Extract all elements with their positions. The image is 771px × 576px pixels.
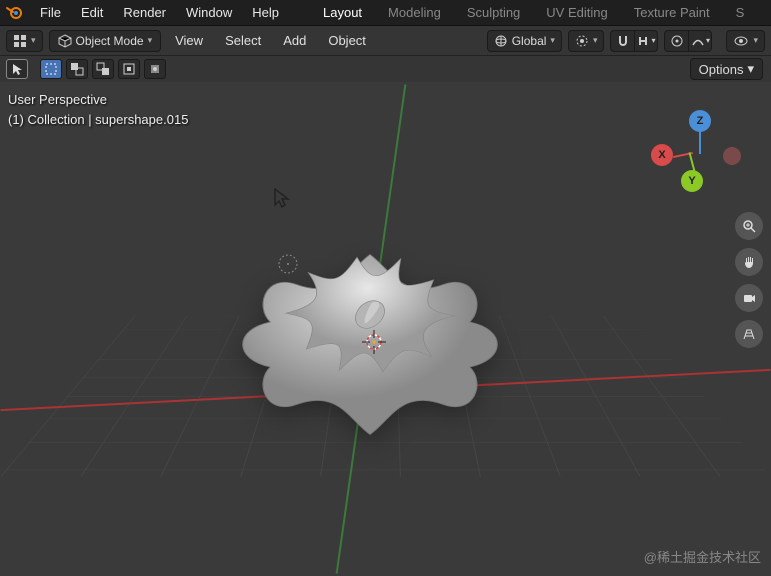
chevron-down-icon: ▾ <box>31 35 36 46</box>
menu-window[interactable]: Window <box>176 2 242 23</box>
cursor-tool[interactable] <box>6 59 28 79</box>
menu-select[interactable]: Select <box>217 33 269 48</box>
top-menu-bar: File Edit Render Window Help Layout Mode… <box>0 0 771 26</box>
watermark-text: @稀土掘金技术社区 <box>644 547 761 566</box>
options-label: Options <box>699 62 744 77</box>
blender-logo-icon[interactable] <box>4 3 24 23</box>
gizmo-z-axis[interactable]: Z <box>689 110 711 132</box>
increment-icon <box>637 35 649 47</box>
magnify-icon <box>742 219 756 233</box>
navigation-gizmo[interactable]: X Y Z <box>651 102 741 192</box>
camera-icon <box>742 291 756 305</box>
viewport-overlay-text: User Perspective (1) Collection | supers… <box>8 90 188 130</box>
workspace-tabs: Layout Modeling Sculpting UV Editing Tex… <box>319 2 748 23</box>
cursor-icon <box>10 62 24 76</box>
snap-group: ▾ <box>610 30 658 52</box>
snap-type-dropdown[interactable]: ▾ <box>634 30 658 52</box>
gizmo-z-line <box>699 130 701 154</box>
menu-add[interactable]: Add <box>275 33 314 48</box>
select-subtract-tool[interactable] <box>92 59 114 79</box>
tab-uv-editing[interactable]: UV Editing <box>542 2 611 23</box>
chevron-down-icon: ▾ <box>550 35 555 46</box>
proportional-falloff-dropdown[interactable]: ▾ <box>688 30 712 52</box>
intersect-select-icon <box>148 62 162 76</box>
grid-persp-icon <box>742 327 756 341</box>
pan-button[interactable] <box>735 248 763 276</box>
proportional-edit-toggle[interactable] <box>664 30 688 52</box>
gizmo-y-axis[interactable]: Y <box>681 170 703 192</box>
proportional-group: ▾ <box>664 30 712 52</box>
visibility-dropdown[interactable]: ▾ <box>726 30 765 52</box>
select-invert-tool[interactable] <box>118 59 140 79</box>
chevron-down-icon: ▾ <box>706 36 710 45</box>
header-toolbar: ▾ Object Mode ▾ View Select Add Object G… <box>0 26 771 56</box>
supershape-mesh[interactable] <box>190 175 550 480</box>
tab-truncated[interactable]: S <box>732 2 749 23</box>
hand-icon <box>742 255 756 269</box>
snap-toggle[interactable] <box>610 30 634 52</box>
menu-view[interactable]: View <box>167 33 211 48</box>
gizmo-neg-axis[interactable] <box>723 147 741 165</box>
mode-dropdown[interactable]: Object Mode ▾ <box>49 30 162 52</box>
select-box-tool[interactable] <box>40 59 62 79</box>
chevron-down-icon: ▾ <box>747 61 754 77</box>
falloff-icon <box>691 34 705 48</box>
empty-sphere-icon <box>276 252 300 276</box>
extend-select-icon <box>70 62 84 76</box>
gizmo-y-line <box>688 152 695 172</box>
tab-layout[interactable]: Layout <box>319 2 366 23</box>
subtract-select-icon <box>96 62 110 76</box>
globe-icon <box>494 34 508 48</box>
chevron-down-icon: ▾ <box>593 35 598 46</box>
invert-select-icon <box>122 62 136 76</box>
grid-icon <box>13 34 27 48</box>
viewport-side-buttons <box>735 212 763 348</box>
menu-help[interactable]: Help <box>242 2 289 23</box>
menu-render[interactable]: Render <box>113 2 176 23</box>
editor-type-dropdown[interactable]: ▾ <box>6 30 43 52</box>
eye-icon <box>733 34 749 48</box>
gizmo-x-axis[interactable]: X <box>651 144 673 166</box>
pivot-point-dropdown[interactable]: ▾ <box>568 30 605 52</box>
tab-texture-paint[interactable]: Texture Paint <box>630 2 714 23</box>
orientation-label: Global <box>512 34 547 48</box>
3d-viewport[interactable]: User Perspective (1) Collection | supers… <box>0 82 771 576</box>
menu-object[interactable]: Object <box>320 33 374 48</box>
transform-orientation-dropdown[interactable]: Global ▾ <box>487 30 562 52</box>
chevron-down-icon: ▾ <box>651 36 655 45</box>
menu-edit[interactable]: Edit <box>71 2 113 23</box>
object-collection-label: (1) Collection | supershape.015 <box>8 110 188 130</box>
cube-icon <box>58 34 72 48</box>
tab-sculpting[interactable]: Sculpting <box>463 2 524 23</box>
mode-label: Object Mode <box>76 34 144 48</box>
select-mode-row: Options ▾ <box>0 56 771 82</box>
circle-dot-icon <box>670 34 684 48</box>
options-dropdown[interactable]: Options ▾ <box>690 58 763 80</box>
box-select-icon <box>44 62 58 76</box>
perspective-toggle-button[interactable] <box>735 320 763 348</box>
select-extend-tool[interactable] <box>66 59 88 79</box>
tab-modeling[interactable]: Modeling <box>384 2 445 23</box>
select-intersect-tool[interactable] <box>144 59 166 79</box>
camera-view-button[interactable] <box>735 284 763 312</box>
pivot-icon <box>575 34 589 48</box>
magnet-icon <box>616 34 630 48</box>
chevron-down-icon: ▾ <box>148 35 153 46</box>
menu-file[interactable]: File <box>30 2 71 23</box>
chevron-down-icon: ▾ <box>753 35 758 46</box>
view-perspective-label: User Perspective <box>8 90 188 110</box>
zoom-button[interactable] <box>735 212 763 240</box>
